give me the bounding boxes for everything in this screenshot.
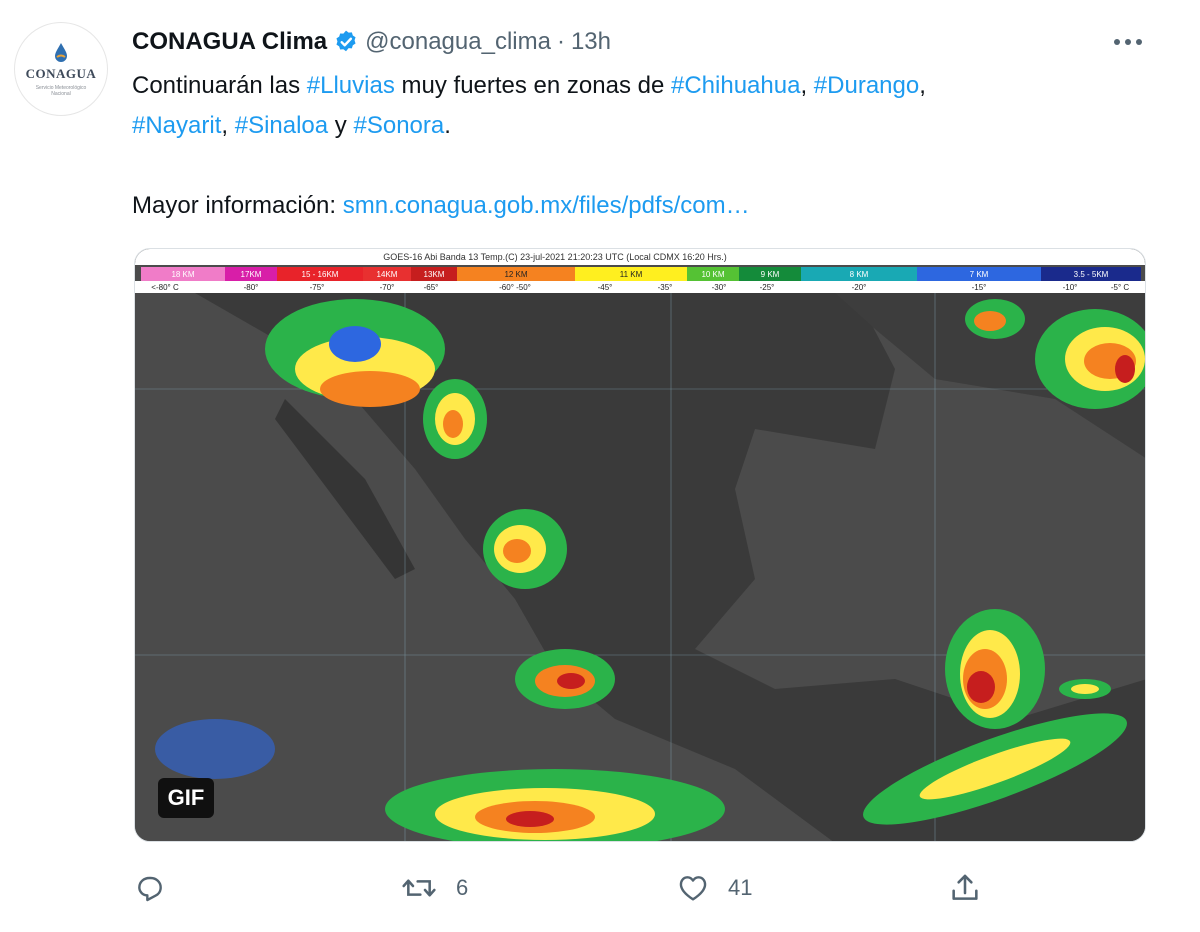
tweet-timestamp[interactable]: 13h (571, 28, 611, 56)
like-count: 41 (728, 875, 753, 900)
scale-temp-label: -45° (598, 283, 613, 292)
scale-height-label: 17KM (241, 270, 262, 279)
scale-temp-label: -65° (424, 283, 439, 292)
scale-height-label: 10 KM (701, 270, 724, 279)
scale-height-label: 3.5 - 5KM (1074, 270, 1109, 279)
text-segment: . (444, 112, 451, 139)
scale-temp-label: -70° (380, 283, 395, 292)
scale-temp-label: -5° C (1111, 283, 1130, 292)
scale-temp-label: -35° (658, 283, 673, 292)
info-label: Mayor información: (132, 192, 343, 219)
hashtag-nayarit[interactable]: #Nayarit (132, 112, 221, 139)
author-handle[interactable]: @conagua_clima (365, 28, 551, 56)
tweet-actions: 6 41 (0, 866, 1200, 910)
author-name[interactable]: CONAGUA Clima (132, 28, 327, 56)
hashtag-lluvias[interactable]: #Lluvias (307, 72, 395, 99)
text-segment: , (800, 72, 814, 99)
scale-temp-label: -60° -50° (499, 283, 531, 292)
scale-height-label: 12 KM (504, 270, 527, 279)
scale-height-label: 14KM (377, 270, 398, 279)
reply-button[interactable] (134, 866, 184, 910)
scale-height-label: 8 KM (850, 270, 869, 279)
tweet-text-line: Continuarán las #Lluvias muy fuertes en … (132, 66, 1142, 106)
separator-dot: · (556, 28, 565, 55)
scale-height-label: 9 KM (761, 270, 780, 279)
hashtag-durango[interactable]: #Durango (814, 72, 919, 99)
text-segment: Continuarán las (132, 72, 307, 99)
scale-height-label: 18 KM (171, 270, 194, 279)
scale-height-label: 15 - 16KM (302, 270, 339, 279)
avatar[interactable]: CONAGUA Servicio Meteorológico Nacional (14, 22, 108, 116)
retweet-count: 6 (456, 875, 469, 900)
color-scale: 18 KM 17KM 15 - 16KM 14KM 13KM 12 KM 11 … (135, 267, 1145, 293)
scale-temp-label: -10° (1063, 283, 1078, 292)
text-segment: y (328, 112, 354, 139)
scale-temp-label: -75° (310, 283, 325, 292)
hashtag-sinaloa[interactable]: #Sinaloa (235, 112, 328, 139)
map-title: GOES-16 Abi Banda 13 Temp.(C) 23-jul-202… (383, 252, 727, 262)
tweet-media-gif[interactable]: GOES-16 Abi Banda 13 Temp.(C) 23-jul-202… (134, 248, 1146, 842)
like-icon (679, 876, 707, 901)
like-button[interactable]: 41 (676, 866, 752, 910)
text-segment: , (919, 72, 926, 99)
scale-temp-label: -25° (760, 283, 775, 292)
scale-height-label: 11 KM (620, 270, 643, 279)
tweet-text: Continuarán las #Lluvias muy fuertes en … (132, 66, 1142, 226)
reply-icon (138, 876, 162, 902)
share-button[interactable] (948, 866, 982, 910)
share-icon (952, 874, 978, 900)
satellite-map: GOES-16 Abi Banda 13 Temp.(C) 23-jul-202… (135, 249, 1145, 841)
retweet-icon (402, 879, 436, 897)
conagua-logo-icon (55, 42, 67, 62)
more-icon[interactable] (1108, 26, 1148, 58)
avatar-org-name: CONAGUA (25, 65, 97, 81)
verified-icon (336, 30, 356, 52)
scale-temp-label: -30° (712, 283, 727, 292)
scale-height-label: 13KM (424, 270, 445, 279)
scale-temp-label: -20° (852, 283, 867, 292)
text-segment: muy fuertes en zonas de (394, 72, 671, 99)
hashtag-chihuahua[interactable]: #Chihuahua (671, 72, 800, 99)
tweet-text-line: Mayor información: smn.conagua.gob.mx/fi… (132, 186, 1142, 226)
avatar-org-subtitle: Servicio Meteorológico Nacional (35, 84, 87, 97)
scale-height-label: 7 KM (970, 270, 989, 279)
tweet-header: CONAGUA Clima @conagua_clima · 13h (132, 24, 611, 60)
info-link[interactable]: smn.conagua.gob.mx/files/pdfs/com… (343, 192, 750, 219)
gif-badge: GIF (158, 778, 214, 818)
scale-temp-label: <-80° C (151, 283, 179, 292)
scale-temp-label: -15° (972, 283, 987, 292)
text-segment: , (221, 112, 235, 139)
retweet-button[interactable]: 6 (400, 866, 468, 910)
hashtag-sonora[interactable]: #Sonora (353, 112, 444, 139)
tweet-text-line: #Nayarit, #Sinaloa y #Sonora. (132, 106, 1142, 146)
scale-temp-label: -80° (244, 283, 259, 292)
